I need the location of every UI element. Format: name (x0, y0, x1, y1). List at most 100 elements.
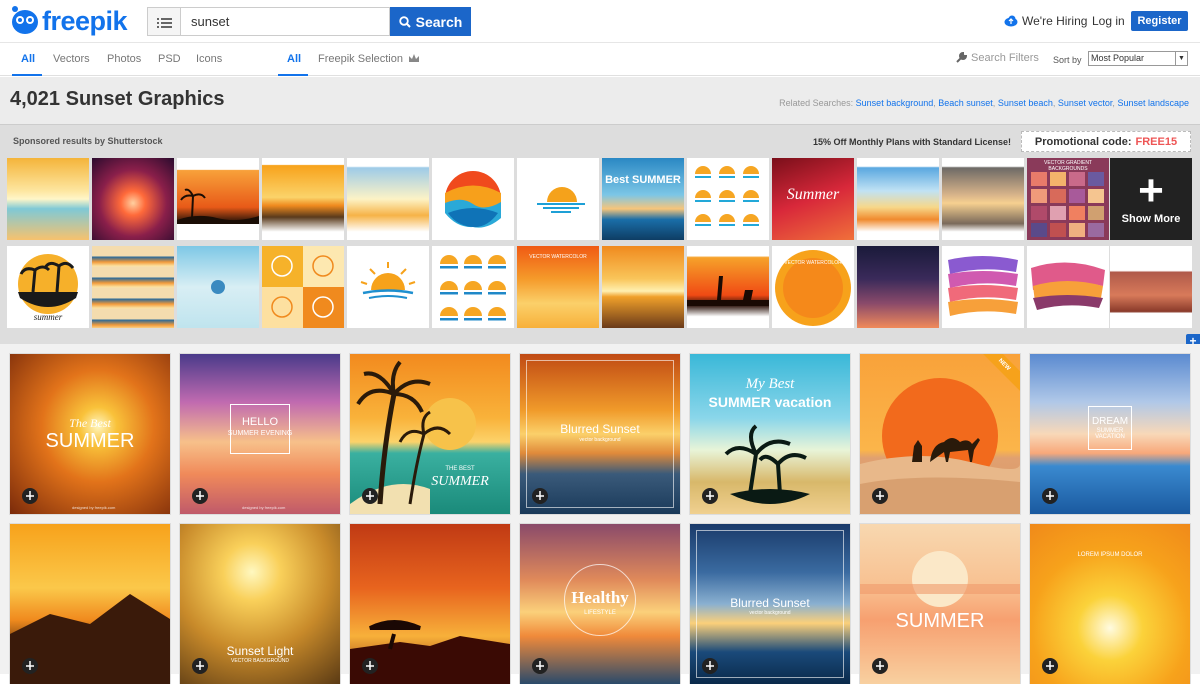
sun-pattern-quad (262, 246, 344, 328)
promo-code: FREE15 (1135, 135, 1178, 148)
sponsored-thumbnail[interactable] (687, 246, 769, 328)
tab-vectors[interactable]: Vectors (53, 53, 90, 65)
freepik-logo[interactable]: freepik (10, 5, 140, 37)
result-card[interactable]: Blurred Sunset vector background (520, 354, 680, 514)
search-button[interactable]: Search (390, 7, 471, 36)
sponsored-thumbnail[interactable] (857, 246, 939, 328)
tab-source-all[interactable]: All (287, 53, 301, 65)
hiring-link[interactable]: We're Hiring (1004, 14, 1087, 28)
category-menu-button[interactable] (147, 7, 180, 36)
sponsored-tile-caption: VECTOR GRADIENT BACKGROUNDS (1044, 160, 1092, 172)
promo-code-box[interactable]: Promotional code: FREE15 (1021, 131, 1191, 152)
plus-icon: + (1138, 166, 1164, 215)
sponsored-thumbnail[interactable]: VECTOR GRADIENT BACKGROUNDS (1027, 158, 1109, 240)
sponsored-thumbnail[interactable] (517, 158, 599, 240)
related-link[interactable]: Sunset beach (998, 98, 1053, 108)
sponsored-thumbnail[interactable] (347, 246, 429, 328)
sponsored-thumbnail[interactable] (177, 158, 259, 240)
result-card[interactable]: LOREM IPSUM DOLOR (1030, 524, 1190, 684)
tab-all[interactable]: All (21, 53, 35, 65)
hiring-label: We're Hiring (1022, 14, 1088, 28)
related-link[interactable]: Sunset vector (1058, 98, 1113, 108)
card-title: Sunset Light (226, 644, 294, 658)
card-title: THE BEST (445, 466, 475, 472)
sponsored-thumbnail[interactable]: Summer (772, 158, 854, 240)
sponsored-thumbnail[interactable] (262, 246, 344, 328)
sponsored-thumbnail[interactable] (857, 158, 939, 240)
sun-icons-set-2 (440, 255, 506, 321)
tab-photos[interactable]: Photos (107, 53, 141, 65)
sponsored-thumbnail[interactable] (262, 158, 344, 240)
sponsored-thumbnail[interactable]: VECTOR WATERCOLOR (517, 246, 599, 328)
sponsored-section: Sponsored results by Shutterstock 15% Of… (0, 124, 1200, 344)
sponsored-tile-caption: Summer (786, 186, 840, 203)
sort-select[interactable]: Most Popular ▼ (1088, 51, 1188, 66)
tab-freepik-selection[interactable]: Freepik Selection (318, 53, 420, 65)
result-card[interactable]: Blurred Sunset vector background (690, 524, 850, 684)
result-card[interactable]: My Best SUMMER vacation (690, 354, 850, 514)
freepik-badge-icon (22, 488, 38, 504)
sponsored-thumbnail[interactable] (92, 158, 174, 240)
show-more-label: Show More (1121, 213, 1181, 225)
register-button[interactable]: Register (1131, 11, 1188, 31)
sponsored-thumbnail[interactable] (347, 158, 429, 240)
sponsored-thumbnail[interactable] (1027, 246, 1109, 328)
result-card[interactable] (10, 524, 170, 684)
card-subtitle: vector background (749, 610, 791, 616)
sponsored-thumbnail[interactable] (687, 158, 769, 240)
watermark: designed by freepik.com (72, 505, 116, 510)
waves-circle-icon (445, 171, 501, 228)
sponsored-thumbnail[interactable] (942, 246, 1024, 328)
sponsored-thumbnail[interactable] (432, 246, 514, 328)
results-title-bar: 4,021 Sunset Graphics Related Searches: … (0, 77, 1200, 124)
freepik-badge-icon (532, 488, 548, 504)
sponsored-thumbnail[interactable] (602, 246, 684, 328)
show-more-button[interactable]: + Show More (1110, 158, 1192, 240)
tab-all-underline (12, 74, 42, 76)
result-card[interactable]: THE BEST SUMMER (350, 354, 510, 514)
sponsored-thumbnail[interactable] (432, 158, 514, 240)
tab-icons[interactable]: Icons (196, 53, 222, 65)
card-title: Blurred Sunset (730, 596, 810, 610)
tab-psd[interactable]: PSD (158, 53, 181, 65)
freepik-badge-icon (1042, 658, 1058, 674)
card-subtitle: SUMMER vacation (708, 394, 832, 410)
result-card[interactable]: SUMMER (860, 524, 1020, 684)
result-card[interactable]: HELLO SUMMER EVENING designed by freepik… (180, 354, 340, 514)
result-card[interactable] (350, 524, 510, 684)
login-link[interactable]: Log in (1092, 14, 1125, 28)
palm-silhouette-icon (177, 188, 259, 224)
sponsored-thumbnail[interactable] (1110, 246, 1192, 328)
menu-icon (157, 18, 172, 28)
sponsored-thumbnail[interactable] (177, 246, 259, 328)
search-input[interactable] (180, 7, 390, 36)
result-card[interactable]: DREAM SUMMER VACATION (1030, 354, 1190, 514)
card-title: The Best (69, 416, 111, 430)
sponsored-thumbnail[interactable]: Best SUMMER (602, 158, 684, 240)
result-card[interactable]: The Best SUMMER designed by freepik.com (10, 354, 170, 514)
crown-icon (409, 54, 420, 62)
sort-select-value: Most Popular (1091, 53, 1145, 63)
sponsored-offer[interactable]: 15% Off Monthly Plans with Standard Lice… (813, 137, 1011, 147)
sponsored-tile-caption: VECTOR WATERCOLOR (784, 260, 842, 266)
related-link[interactable]: Sunset landscape (1117, 98, 1189, 108)
sponsored-thumbnail[interactable]: VECTOR WATERCOLOR (772, 246, 854, 328)
sponsored-thumbnail[interactable]: summer (7, 246, 89, 328)
result-card[interactable]: Healthy LIFESTYLE (520, 524, 680, 684)
card-title: HELLO (241, 416, 279, 428)
watercolor-strokes (948, 256, 1018, 316)
result-card[interactable]: Sunset Light VECTOR BACKGROUND (180, 524, 340, 684)
freepik-badge-icon (192, 658, 208, 674)
freepik-badge-icon (872, 488, 888, 504)
related-link[interactable]: Sunset background (856, 98, 934, 108)
result-card[interactable]: NEW (860, 354, 1020, 514)
related-link[interactable]: Beach sunset (938, 98, 993, 108)
sponsored-thumbnail[interactable] (942, 158, 1024, 240)
freepik-badge-icon (872, 658, 888, 674)
sponsored-thumbnail[interactable] (7, 158, 89, 240)
sponsored-thumbnail[interactable] (92, 246, 174, 328)
logo-text: freepik (42, 6, 128, 36)
freepik-badge-icon (192, 488, 208, 504)
top-header: freepik Search We're Hiring Log in Regis… (0, 0, 1200, 43)
search-filters-button[interactable]: Search Filters (955, 52, 1039, 64)
